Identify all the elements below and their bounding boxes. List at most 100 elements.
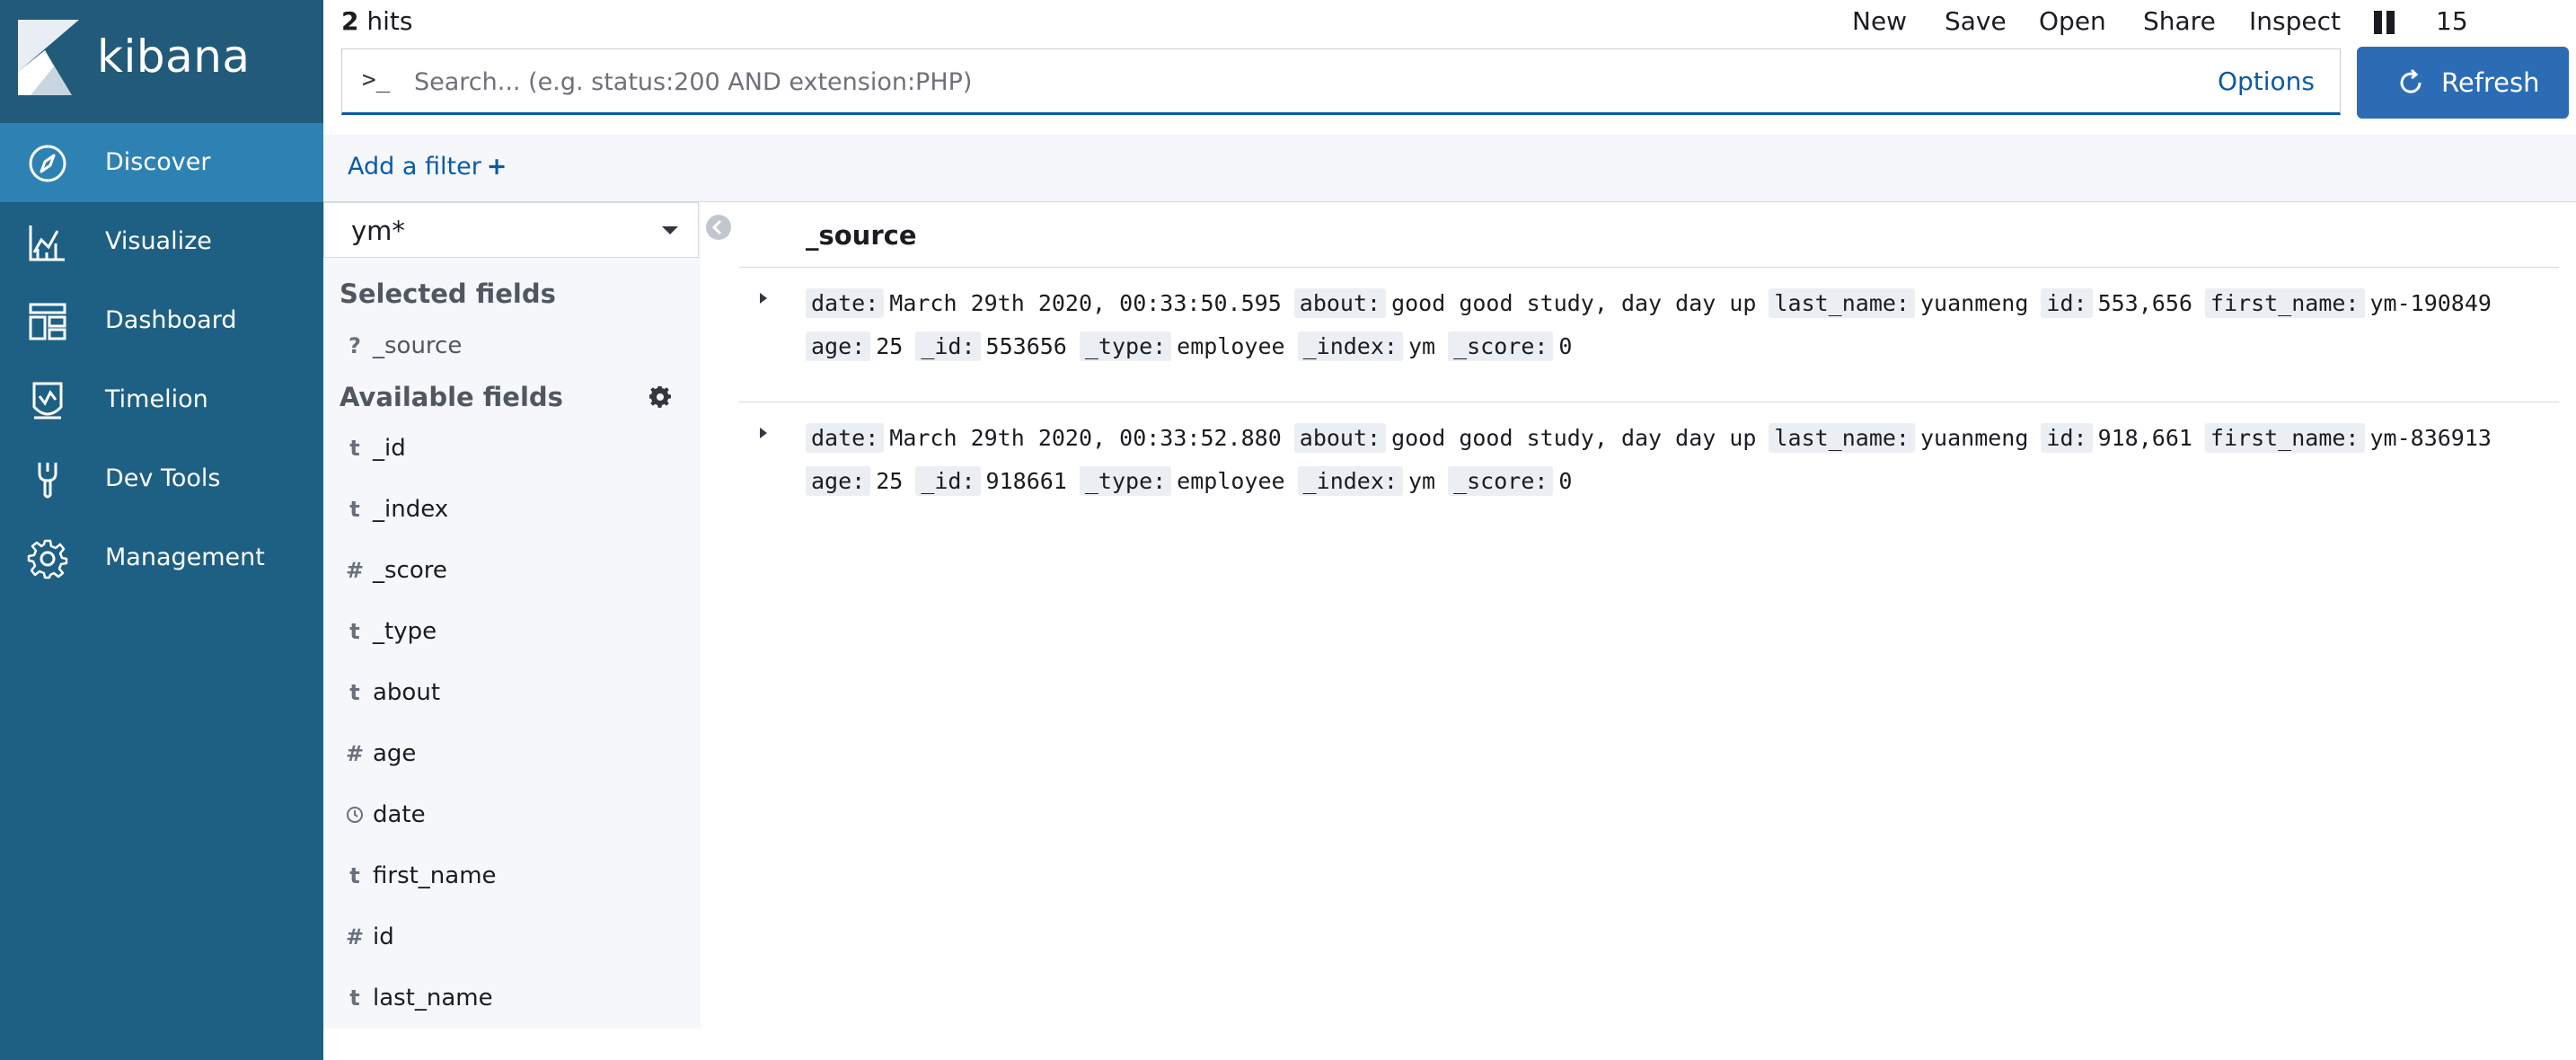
nav-item-dashboard[interactable]: Dashboard [0, 281, 323, 360]
doc-field-key: _id: [915, 331, 981, 361]
add-filter-link[interactable]: Add a filter + [348, 149, 507, 185]
refresh-icon [2400, 68, 2422, 93]
field-name: _score [373, 557, 447, 584]
doc-field-value: good good study, day day up [1391, 290, 1757, 316]
add-filter-label: Add a filter [348, 153, 481, 181]
string-type-icon: t [349, 985, 360, 1011]
compass-icon [29, 145, 66, 182]
doc-field-value: 0 [1558, 333, 1573, 359]
column-header-source: _source [806, 220, 917, 251]
number-type-icon: # [345, 558, 365, 583]
brand-header[interactable]: kibana [0, 0, 323, 123]
field-item-last-name[interactable]: t last_name [323, 971, 701, 1025]
doc-field-key: _id: [915, 466, 981, 496]
doc-field-value: ym-190849 [2369, 290, 2492, 316]
nav-item-dev-tools[interactable]: Dev Tools [0, 439, 323, 518]
string-type-icon: t [349, 680, 360, 705]
field-item-date[interactable]: date [323, 788, 701, 842]
unknown-type-icon: ? [348, 333, 361, 358]
string-type-icon: t [349, 863, 360, 888]
string-type-icon: t [349, 497, 360, 522]
doc-field-value: good good study, day day up [1391, 425, 1757, 451]
doc-field-value: March 29th 2020, 00:33:52.880 [889, 425, 1282, 451]
divider [739, 267, 2559, 268]
doc-row-1-line-1: date: March 29th 2020, 00:33:50.595 about:… [806, 287, 2504, 320]
plus-icon: + [486, 153, 507, 181]
doc-field-key: id: [2041, 423, 2093, 453]
doc-row-2-line-2: age: 25 _id: 918661 _type: employee _index: ym _… [806, 465, 1584, 498]
nav-item-discover[interactable]: Discover [0, 123, 323, 202]
doc-field-key: date: [806, 423, 885, 453]
doc-field-key: id: [2041, 288, 2093, 318]
field-item-id-number[interactable]: # id [323, 910, 701, 964]
doc-field-value: March 29th 2020, 00:33:50.595 [889, 290, 1282, 316]
nav-label: Visualize [105, 227, 212, 255]
field-item-first-name[interactable]: t first_name [323, 849, 701, 903]
field-name: _type [373, 618, 437, 645]
brand-name: kibana [97, 31, 251, 83]
filter-bar: Add a filter + [323, 135, 2576, 202]
nav-item-management[interactable]: Management [0, 518, 323, 597]
nav-item-timelion[interactable]: Timelion [0, 360, 323, 439]
index-pattern-value: ym* [351, 216, 405, 246]
menu-share[interactable]: Share [2143, 4, 2216, 40]
gear-icon [27, 539, 68, 579]
gear-icon[interactable] [649, 386, 671, 408]
hits-label: hits [366, 6, 413, 36]
field-item-index[interactable]: t _index [323, 482, 701, 536]
doc-field-key: _score: [1448, 331, 1554, 361]
doc-field-value: 553656 [985, 333, 1067, 359]
doc-field-key: _type: [1079, 331, 1172, 361]
field-sidebar: ym* Selected fields ? _source Available … [323, 202, 701, 1029]
selected-fields-title: Selected fields [340, 278, 556, 309]
expand-row-icon[interactable] [754, 289, 772, 307]
doc-field-value: yuanmeng [1919, 425, 2029, 451]
field-name: _index [373, 496, 449, 523]
doc-row-1-line-2: age: 25 _id: 553656 _type: employee _index: ym _… [806, 331, 1584, 363]
timelion-icon [32, 382, 63, 420]
chart-icon [29, 225, 65, 261]
doc-field-value: employee [1177, 468, 1285, 494]
expand-row-icon[interactable] [754, 424, 772, 442]
field-item-age[interactable]: # age [323, 727, 701, 781]
search-input[interactable] [412, 49, 1853, 114]
field-name: id [373, 923, 394, 950]
doc-field-key: first_name: [2204, 288, 2365, 318]
field-item-id[interactable]: t _id [323, 421, 701, 475]
collapse-sidebar-icon[interactable] [705, 214, 732, 241]
doc-field-value: 0 [1558, 468, 1573, 494]
doc-field-value: ym [1407, 468, 1436, 494]
field-name: date [373, 801, 426, 828]
doc-field-key: age: [806, 466, 871, 496]
menu-save[interactable]: Save [1945, 4, 2007, 40]
doc-field-key: _index: [1297, 331, 1403, 361]
field-item-type[interactable]: t _type [323, 605, 701, 658]
menu-inspect[interactable]: Inspect [2249, 4, 2341, 40]
nav-label: Management [105, 543, 265, 571]
field-item-score[interactable]: # _score [323, 543, 701, 597]
field-item-about[interactable]: t about [323, 666, 701, 720]
field-name: last_name [373, 985, 493, 1011]
hits-count: 2 hits [341, 4, 412, 40]
menu-new[interactable]: New [1852, 4, 1907, 40]
pause-icon[interactable] [2374, 11, 2397, 34]
menu-open[interactable]: Open [2039, 4, 2106, 40]
doc-field-value: 918,661 [2097, 425, 2192, 451]
nav-item-visualize[interactable]: Visualize [0, 202, 323, 281]
query-prompt-icon: >_ [362, 66, 391, 93]
nav-label: Discover [105, 148, 211, 176]
doc-field-value: 553,656 [2097, 290, 2192, 316]
field-item-source[interactable]: ? _source [323, 319, 701, 373]
options-link[interactable]: Options [2218, 64, 2315, 100]
field-name: about [373, 679, 441, 706]
query-bar: >_ Options [341, 49, 2341, 115]
doc-field-key: about: [1293, 423, 1387, 453]
number-type-icon: # [345, 924, 365, 950]
refresh-label: Refresh [2441, 67, 2540, 98]
doc-field-value: employee [1177, 333, 1285, 359]
doc-field-key: about: [1293, 288, 1387, 318]
index-pattern-select[interactable]: ym* [323, 202, 699, 258]
nav-label: Timelion [105, 385, 208, 413]
doc-field-value: 25 [876, 333, 904, 359]
refresh-button[interactable]: Refresh [2357, 47, 2569, 119]
